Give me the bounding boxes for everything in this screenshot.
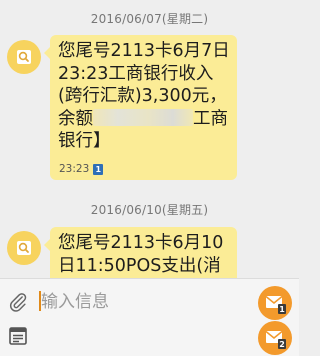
- message-time: 23:23: [59, 163, 90, 175]
- text-caret: [39, 291, 41, 311]
- send-sim2-button[interactable]: 2: [258, 321, 292, 355]
- sim-number: 2: [279, 340, 285, 349]
- compose-bar: 1 2: [0, 278, 299, 356]
- paperclip-icon[interactable]: [7, 291, 29, 313]
- sim-badge: 1: [93, 164, 104, 175]
- send-sim1-button[interactable]: 1: [258, 286, 292, 320]
- date-separator: 2016/06/07(星期二): [90, 12, 209, 26]
- redacted-text: [93, 108, 193, 126]
- template-icon[interactable]: [8, 326, 28, 346]
- message-meta: 23:23 1: [59, 163, 104, 175]
- sim-number: 1: [279, 305, 285, 314]
- date-separator: 2016/06/10(星期五): [90, 203, 209, 217]
- search-icon: [17, 241, 31, 255]
- message-text-part: 您尾号2113卡6月10日11:50POS支出(消: [58, 233, 224, 276]
- message-input[interactable]: [38, 289, 238, 315]
- message-text: 您尾号2113卡6月10日11:50POS支出(消: [58, 232, 231, 277]
- sender-avatar[interactable]: [7, 231, 41, 265]
- sender-avatar[interactable]: [7, 40, 41, 74]
- message-bubble[interactable]: 您尾号2113卡6月10日11:50POS支出(消: [44, 227, 237, 278]
- envelope-icon: 1: [265, 295, 286, 314]
- search-icon: [17, 50, 31, 64]
- message-thread[interactable]: 2016/06/07(星期二) 您尾号2113卡6月7日23:23工商银行收入(…: [0, 0, 299, 278]
- message-bubble[interactable]: 您尾号2113卡6月7日23:23工商银行收入(跨行汇款)3,300元，余额 工商…: [44, 35, 237, 180]
- envelope-icon: 2: [265, 330, 286, 349]
- message-text: 您尾号2113卡6月7日23:23工商银行收入(跨行汇款)3,300元，余额 工商…: [58, 40, 231, 153]
